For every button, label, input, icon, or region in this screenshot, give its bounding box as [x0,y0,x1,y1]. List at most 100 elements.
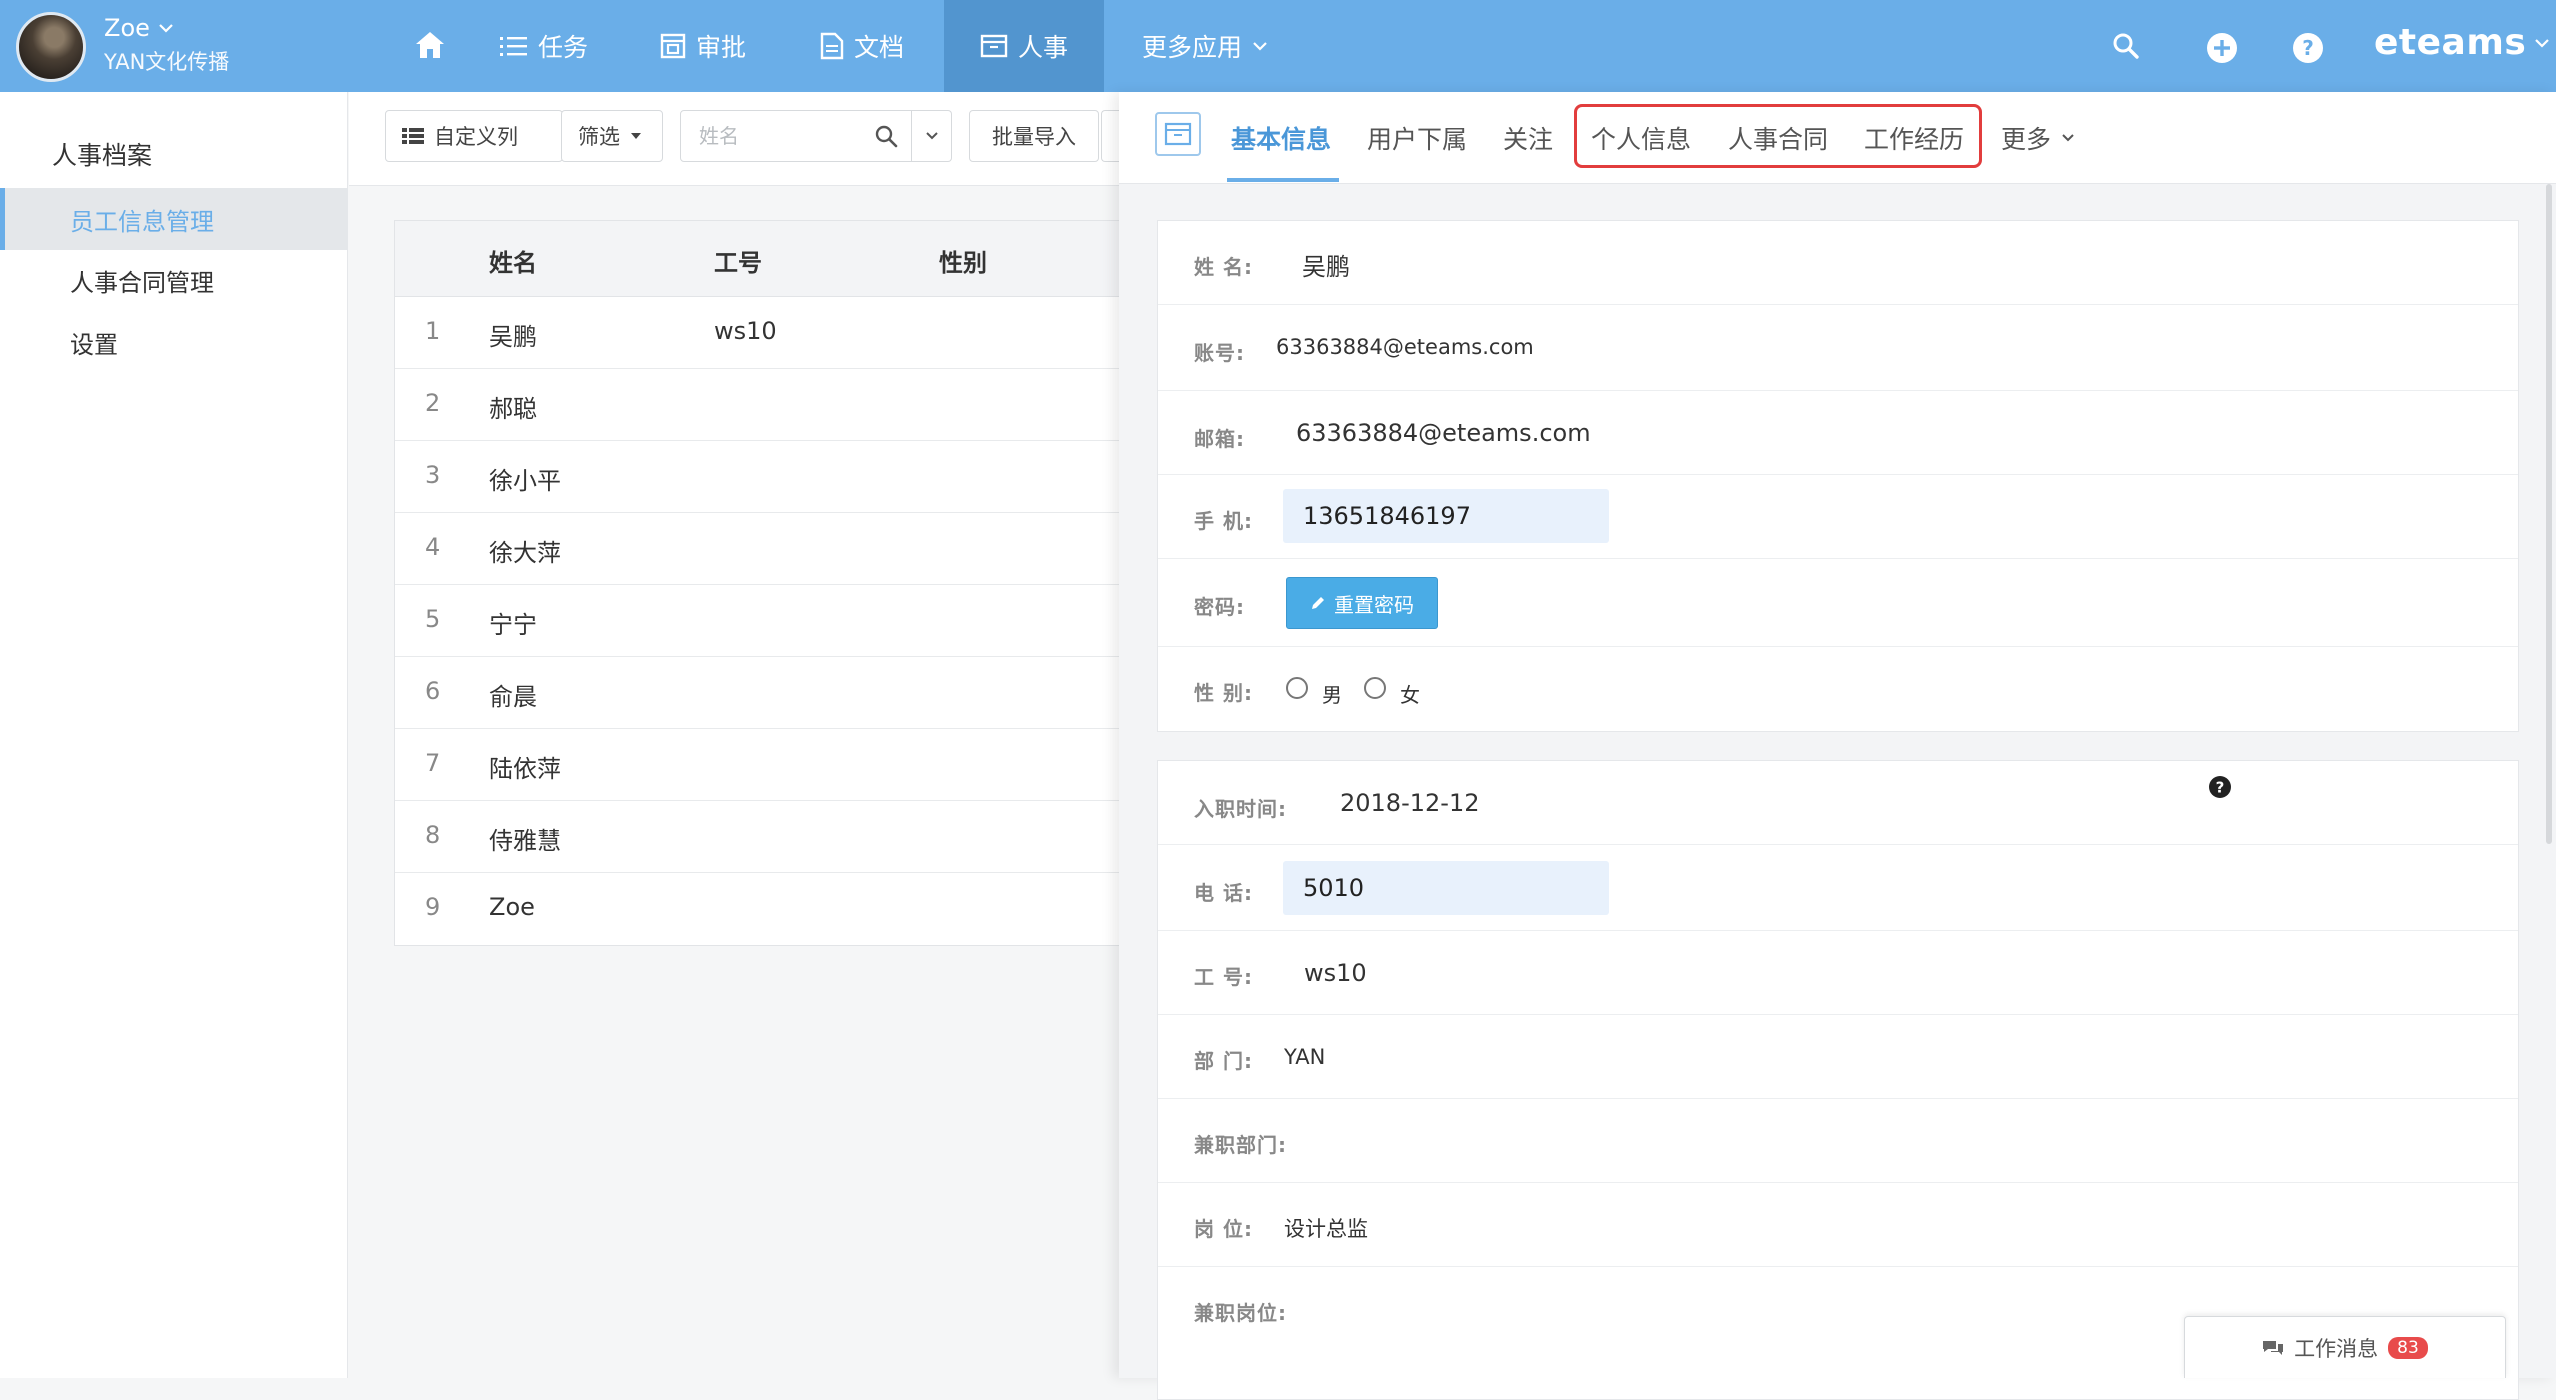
field-department: 部 门: YAN [1158,1015,2518,1099]
field-value: YAN [1284,1045,1326,1069]
row-employee-no: ws10 [714,317,777,345]
work-messages-button[interactable]: 工作消息 83 [2184,1316,2506,1378]
user-menu[interactable]: Zoe [104,14,174,42]
sidebar-item-label: 设置 [70,330,118,359]
table-row[interactable]: 8 侍雅慧 [395,801,1119,873]
tab-personal-info[interactable]: 个人信息 [1591,120,1691,156]
table-row[interactable]: 9 Zoe [395,873,1119,945]
chevron-down-icon [925,132,938,140]
nav-docs-label: 文档 [854,33,905,62]
column-header-employee-no[interactable]: 工号 [714,243,762,278]
sidebar-item-settings[interactable]: 设置 [0,311,348,373]
sidebar-item-hr-contract[interactable]: 人事合同管理 [0,249,348,311]
row-index: 2 [425,389,441,417]
row-name: 宁宁 [489,611,537,639]
field-join-date: 入职时间: 2018-12-12 ? [1158,761,2518,845]
tab-follow[interactable]: 关注 [1503,120,1553,156]
field-name: 姓 名: 吴鹏 [1158,221,2518,305]
unread-count-badge: 83 [2388,1336,2428,1359]
field-password: 密码: 重置密码 [1158,559,2518,647]
row-name: 徐大萍 [489,539,561,567]
column-header-name[interactable]: 姓名 [489,243,537,278]
name-search-input[interactable] [681,111,861,161]
nav-hr[interactable]: 人事 [944,0,1104,92]
field-employee-no: 工 号: ws10 [1158,931,2518,1015]
employment-info-card: 入职时间: 2018-12-12 ? 电 话: 5010 工 号: ws10 部… [1157,760,2519,1400]
reset-password-button[interactable]: 重置密码 [1286,577,1438,629]
search-icon[interactable] [874,124,898,148]
approve-icon [660,33,686,59]
batch-import-button[interactable]: 批量导入 [969,110,1099,162]
nav-more-apps[interactable]: 更多应用 [1142,0,1268,92]
active-tab-indicator [1227,178,1339,182]
tab-work-experience[interactable]: 工作经历 [1864,120,1964,156]
row-index: 4 [425,533,441,561]
table-row[interactable]: 4 徐大萍 [395,513,1119,585]
work-messages-label: 工作消息 [2294,1336,2379,1361]
home-icon[interactable] [414,30,446,60]
tab-basic-info[interactable]: 基本信息 [1231,120,1331,156]
table-row[interactable]: 1 吴鹏 ws10 [395,297,1119,369]
row-index: 3 [425,461,441,489]
search-options-dropdown[interactable] [912,110,952,162]
sidebar-title: 人事档案 [52,141,153,170]
filter-label: 筛选 [578,125,620,149]
nav-task[interactable]: 任务 [500,0,588,92]
tab-more[interactable]: 更多 [2001,120,2075,156]
batch-import-label: 批量导入 [992,125,1076,149]
table-row[interactable]: 5 宁宁 [395,585,1119,657]
filter-button[interactable]: 筛选 [561,110,663,162]
avatar[interactable] [16,12,86,82]
nav-more-label: 更多应用 [1142,33,1243,62]
column-header-gender[interactable]: 性别 [939,243,987,278]
phone-input[interactable]: 5010 [1283,861,1609,915]
field-label: 邮箱: [1194,427,1245,451]
field-mobile: 手 机: 13651846197 [1158,475,2518,559]
top-navigation-bar: Zoe YAN文化传播 任务 审批 文档 人事 更多应用 ? eteams [0,0,2556,92]
pencil-icon [1312,597,1324,609]
search-icon[interactable] [2112,32,2140,60]
add-icon[interactable] [2206,32,2238,64]
help-icon[interactable]: ? [2292,32,2324,64]
svg-text:?: ? [2216,779,2225,797]
table-row[interactable]: 3 徐小平 [395,441,1119,513]
gender-female-radio[interactable] [1364,677,1386,699]
field-gender: 性 别: 男 女 [1158,647,2518,731]
help-icon[interactable]: ? [2208,775,2232,799]
field-secondary-department: 兼职部门: [1158,1099,2518,1183]
field-value: 2018-12-12 [1340,789,1480,817]
sidebar: 人事档案 员工信息管理 人事合同管理 设置 [0,92,348,1378]
custom-columns-button[interactable]: 自定义列 [385,110,563,162]
row-index: 1 [425,317,441,345]
tab-hr-contract[interactable]: 人事合同 [1728,120,1828,156]
name-search-box [680,110,912,162]
reset-password-label: 重置密码 [1334,592,1414,617]
row-name: 侍雅慧 [489,827,561,855]
row-index: 8 [425,821,441,849]
field-label: 兼职岗位: [1194,1301,1287,1325]
list-icon [500,37,527,56]
chevron-down-icon [159,24,173,33]
nav-docs[interactable]: 文档 [820,0,904,92]
org-name: YAN文化传播 [104,50,230,74]
field-position: 岗 位: 设计总监 [1158,1183,2518,1267]
detail-scrollbar[interactable] [2546,184,2552,844]
tab-subordinates[interactable]: 用户下属 [1367,120,1467,156]
field-value: 63363884@eteams.com [1276,335,1534,359]
table-row[interactable]: 6 俞晨 [395,657,1119,729]
nav-approve[interactable]: 审批 [660,0,746,92]
sidebar-item-label: 员工信息管理 [70,207,214,236]
brand-menu[interactable]: eteams [2374,22,2550,63]
chevron-down-icon [2062,134,2074,142]
field-label: 性 别: [1194,681,1253,705]
table-row[interactable]: 2 郝聪 [395,369,1119,441]
mobile-input[interactable]: 13651846197 [1283,489,1609,543]
gender-female-label: 女 [1400,683,1420,707]
sidebar-item-employee-info[interactable]: 员工信息管理 [0,188,348,250]
gender-male-label: 男 [1322,683,1342,707]
field-label: 入职时间: [1194,797,1287,821]
nav-approve-label: 审批 [696,33,747,62]
table-row[interactable]: 7 陆依萍 [395,729,1119,801]
gender-male-radio[interactable] [1286,677,1308,699]
sidebar-item-label: 人事合同管理 [70,268,214,297]
